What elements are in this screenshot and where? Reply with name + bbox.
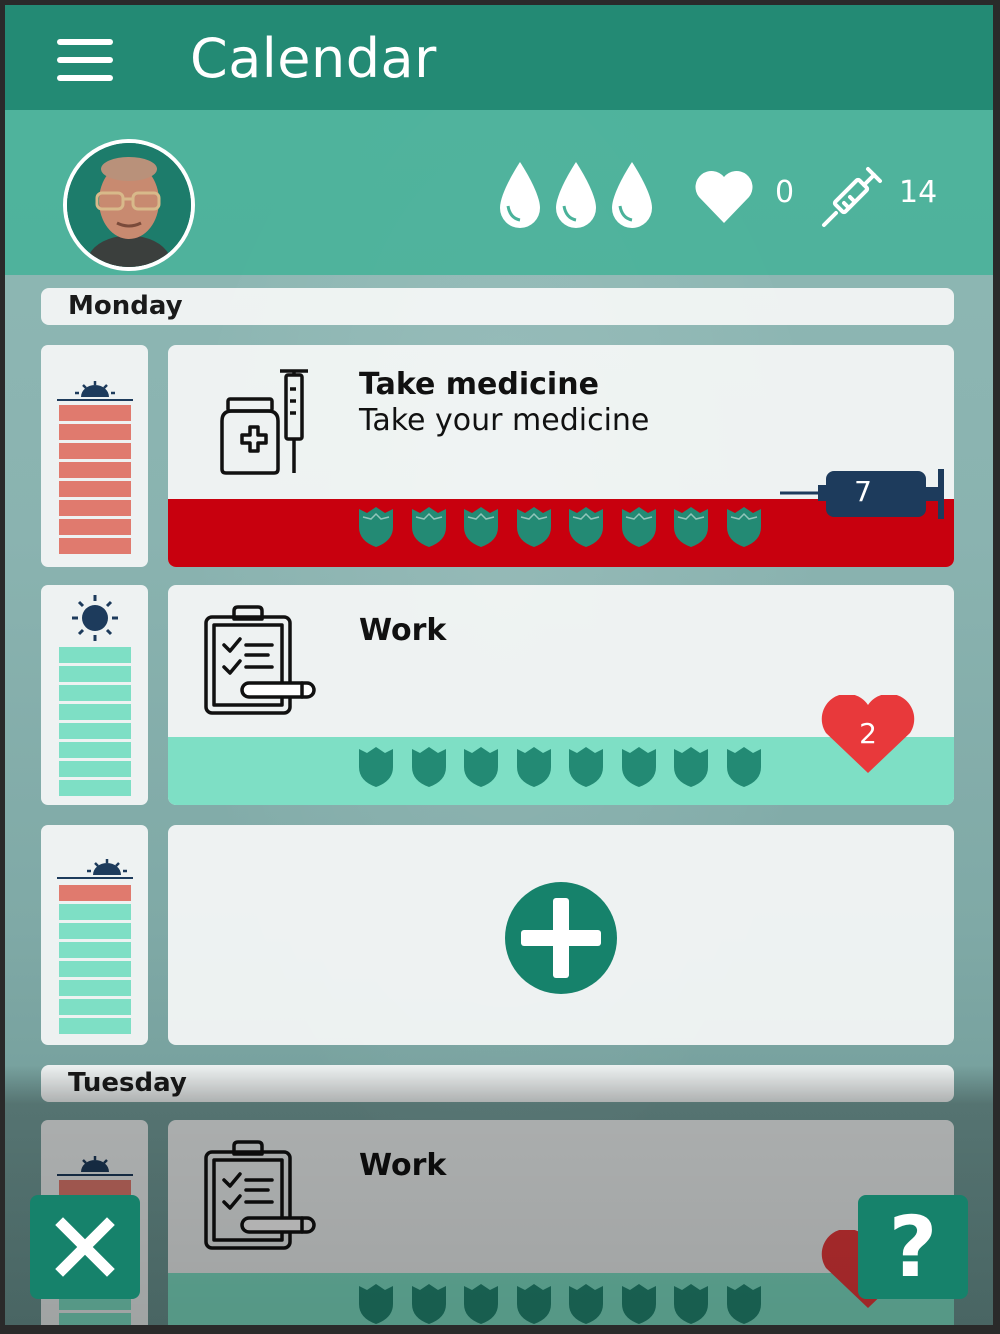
day-label: Tuesday (68, 1068, 187, 1098)
day-label: Monday (68, 291, 183, 321)
help-button[interactable]: ? (858, 1195, 968, 1299)
shield-icon (516, 507, 551, 547)
add-activity-button[interactable] (505, 882, 617, 994)
shield-icon (464, 1284, 498, 1324)
heart-badge-value: 2 (859, 717, 877, 750)
activity-card-work[interactable]: Work (168, 1120, 954, 1325)
shield-icon (621, 1284, 656, 1324)
avatar[interactable] (63, 139, 195, 271)
activity-card-work[interactable]: Work 2 (168, 585, 954, 805)
drop-icon (500, 162, 540, 228)
shield-icon (674, 1284, 708, 1324)
clipboard-icon (204, 605, 316, 715)
activity-card-take-medicine[interactable]: Take medicine Take your medicine 7 (168, 345, 954, 567)
hamburger-menu-icon[interactable] (57, 39, 113, 83)
shield-icon (726, 507, 761, 547)
help-icon: ? (888, 1198, 938, 1296)
drop-icon (612, 162, 652, 228)
shield-icon (359, 1284, 393, 1324)
app-window: Calendar 0 14 Monday Take medicine Take … (5, 5, 993, 1325)
shield-icon (411, 747, 446, 787)
time-slot-midday (41, 585, 148, 805)
drop-icon (556, 162, 596, 228)
shield-icon (464, 747, 498, 787)
shield-icon (674, 747, 708, 787)
shield-row (357, 1282, 777, 1325)
close-icon (55, 1217, 115, 1277)
shield-icon (516, 1284, 551, 1324)
shield-icon (674, 507, 708, 547)
time-slot-evening (41, 825, 148, 1045)
shield-icon (569, 1284, 603, 1324)
time-bars (59, 885, 131, 1037)
day-header-tuesday: Tuesday (41, 1065, 954, 1102)
shield-icon (464, 507, 498, 547)
sunrise-icon (57, 1156, 133, 1176)
shield-icon (516, 747, 551, 787)
shield-row (357, 505, 777, 551)
heart-icon (695, 170, 753, 223)
sunset-icon (57, 859, 133, 879)
shield-icon (726, 1284, 761, 1324)
time-bars (59, 405, 131, 557)
shield-icon (569, 747, 603, 787)
syringe-icon (822, 167, 882, 227)
shield-row (357, 745, 777, 791)
shield-icon (621, 507, 656, 547)
time-slot-morning (41, 345, 148, 567)
shield-icon (411, 1284, 446, 1324)
shield-icon (411, 507, 446, 547)
shield-icon (726, 747, 761, 787)
sun-icon (72, 595, 118, 641)
top-bar: Calendar (5, 5, 993, 110)
medicine-icon (220, 369, 308, 475)
hearts-count: 0 (775, 175, 795, 210)
activity-subtitle: Take your medicine (359, 403, 650, 438)
syringes-count: 14 (899, 175, 938, 210)
day-header-monday: Monday (41, 288, 954, 325)
activity-title: Take medicine (359, 367, 599, 402)
shield-icon (359, 747, 393, 787)
activity-title: Work (359, 1148, 447, 1183)
syringe-badge-value: 7 (854, 475, 872, 508)
close-button[interactable] (30, 1195, 140, 1299)
shield-icon (359, 507, 393, 547)
clipboard-icon (204, 1140, 316, 1250)
activity-title: Work (359, 613, 447, 648)
shield-icon (569, 507, 603, 547)
time-bars (59, 647, 131, 799)
sunrise-icon (57, 381, 133, 401)
page-title: Calendar (190, 27, 437, 90)
shield-icon (621, 747, 656, 787)
